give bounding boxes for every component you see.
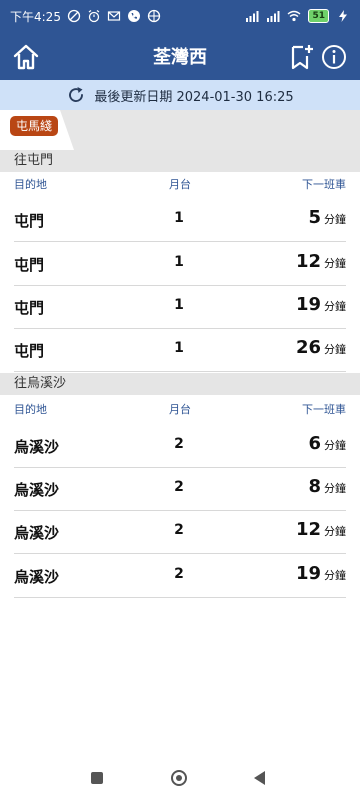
status-time: 下午4:25	[10, 9, 61, 24]
row-eta: 26 分鐘	[296, 337, 346, 358]
row-eta: 19 分鐘	[296, 563, 346, 584]
status-left: 下午4:25	[10, 8, 161, 25]
table-row[interactable]: 屯門 1 12 分鐘	[14, 242, 346, 286]
row-destination: 烏溪沙	[14, 568, 60, 586]
row-platform: 1	[174, 297, 184, 313]
status-right: 51	[245, 9, 350, 23]
table-row[interactable]: 烏溪沙 2 8 分鐘	[14, 467, 346, 511]
bookmark-add-icon	[291, 45, 313, 70]
last-updated-text: 最後更新日期 2024-01-30 16:25	[94, 89, 294, 105]
table-row[interactable]: 屯門 1 19 分鐘	[14, 285, 346, 329]
eta-minutes: 6	[308, 433, 321, 454]
signal-2-icon	[267, 11, 280, 22]
eta-minutes: 19	[295, 563, 321, 584]
row-platform: 2	[174, 522, 184, 538]
alarm-icon	[88, 10, 100, 23]
vpn-icon	[147, 9, 161, 23]
wifi-icon	[288, 10, 301, 22]
eta-minutes: 12	[295, 519, 321, 540]
row-destination: 屯門	[14, 212, 45, 230]
row-destination: 烏溪沙	[14, 481, 60, 499]
section-header: 往屯門	[0, 150, 360, 172]
row-platform: 1	[174, 340, 184, 356]
eta-unit: 分鐘	[324, 343, 346, 356]
eta-unit: 分鐘	[324, 482, 346, 495]
line-chip[interactable]: 屯馬綫	[10, 116, 59, 136]
row-platform: 2	[174, 566, 184, 582]
phone-call-icon	[127, 10, 140, 22]
table-row[interactable]: 烏溪沙 2 19 分鐘	[14, 554, 346, 598]
table-row[interactable]: 烏溪沙 2 6 分鐘	[14, 424, 346, 468]
status-bar: 下午4:25 51	[0, 0, 360, 32]
col-next-train: 下一班車	[302, 403, 346, 416]
eta-minutes: 5	[308, 207, 321, 228]
table-row[interactable]: 屯門 1 26 分鐘	[14, 328, 346, 372]
recent-apps-icon[interactable]	[91, 772, 103, 784]
do-not-disturb-icon	[67, 9, 81, 23]
column-headers: 目的地 月台 下一班車	[0, 172, 360, 194]
row-eta: 19 分鐘	[296, 294, 346, 315]
table-row[interactable]: 屯門 1 5 分鐘	[14, 198, 346, 242]
row-eta: 12 分鐘	[296, 251, 346, 272]
eta-minutes: 19	[295, 294, 321, 315]
row-destination: 烏溪沙	[14, 438, 60, 456]
back-icon[interactable]	[254, 771, 265, 785]
col-next-train: 下一班車	[302, 178, 346, 191]
eta-minutes: 8	[308, 476, 321, 497]
row-eta: 5 分鐘	[308, 207, 346, 228]
eta-unit: 分鐘	[324, 525, 346, 538]
column-headers: 目的地 月台 下一班車	[0, 397, 360, 419]
row-eta: 12 分鐘	[296, 519, 346, 540]
signal-1-icon	[246, 11, 259, 22]
home-nav-icon[interactable]	[171, 770, 187, 786]
section-header: 往烏溪沙	[0, 373, 360, 395]
row-eta: 6 分鐘	[308, 433, 346, 454]
col-destination: 目的地	[14, 403, 47, 416]
system-nav-bar	[0, 760, 360, 800]
col-destination: 目的地	[14, 178, 47, 191]
table-row[interactable]: 烏溪沙 2 12 分鐘	[14, 510, 346, 554]
battery-level: 51	[308, 9, 329, 23]
eta-unit: 分鐘	[324, 300, 346, 313]
row-destination: 屯門	[14, 299, 45, 317]
eta-unit: 分鐘	[324, 257, 346, 270]
eta-unit: 分鐘	[324, 569, 346, 582]
row-destination: 屯門	[14, 256, 45, 274]
row-eta: 8 分鐘	[308, 476, 346, 497]
refresh-icon[interactable]	[66, 85, 86, 105]
row-destination: 烏溪沙	[14, 524, 60, 542]
info-button[interactable]	[320, 42, 348, 72]
row-platform: 1	[174, 254, 184, 270]
row-platform: 2	[174, 479, 184, 495]
row-destination: 屯門	[14, 342, 45, 360]
row-platform: 2	[174, 436, 184, 452]
col-platform: 月台	[169, 178, 191, 191]
mail-icon	[107, 11, 121, 21]
app-header: 荃灣西	[0, 32, 360, 80]
add-bookmark-button[interactable]	[288, 42, 316, 72]
row-platform: 1	[174, 210, 184, 226]
update-bar: 最後更新日期 2024-01-30 16:25	[0, 80, 360, 110]
eta-minutes: 26	[295, 337, 321, 358]
eta-minutes: 12	[295, 251, 321, 272]
line-tab-strip: 屯馬綫	[0, 110, 360, 150]
info-icon	[322, 45, 346, 69]
col-platform: 月台	[169, 403, 191, 416]
charging-icon	[339, 10, 347, 22]
eta-unit: 分鐘	[324, 439, 346, 452]
eta-unit: 分鐘	[324, 213, 346, 226]
